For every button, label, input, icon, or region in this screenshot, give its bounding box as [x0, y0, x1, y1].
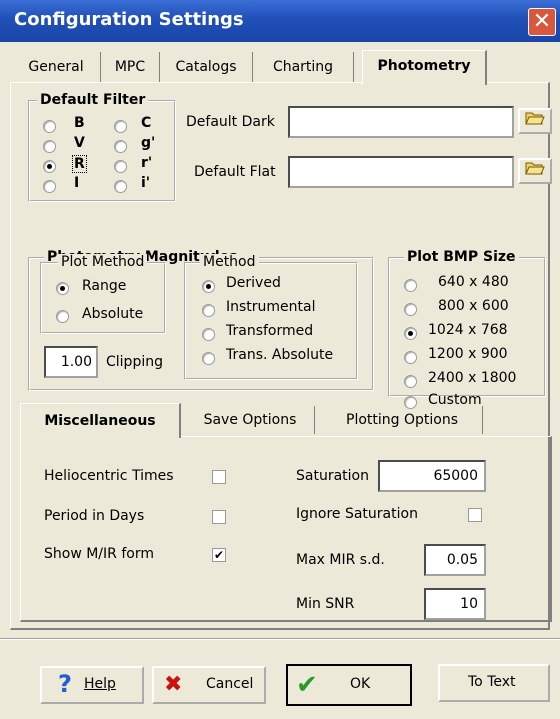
method-transformed-label: Transformed	[226, 323, 314, 339]
folder-open-icon	[525, 111, 545, 130]
period-in-days-label: Period in Days	[44, 508, 145, 524]
filter-c-radio[interactable]	[114, 120, 127, 133]
to-text-button[interactable]: To Text	[438, 664, 550, 702]
period-in-days-checkbox[interactable]	[212, 510, 226, 524]
plot-method-absolute-radio[interactable]	[56, 310, 69, 323]
filter-c-label: C	[141, 115, 152, 131]
tab-charting[interactable]: Charting	[253, 52, 354, 82]
ignore-saturation-checkbox[interactable]	[468, 508, 482, 522]
filter-v-label: V	[74, 135, 85, 151]
bmp-640-radio[interactable]	[404, 279, 417, 292]
default-flat-browse-button[interactable]	[518, 158, 552, 184]
checkmark-icon: ✔	[213, 548, 225, 562]
filter-v-radio[interactable]	[43, 140, 56, 153]
plot-method-range-radio[interactable]	[56, 282, 69, 295]
default-dark-browse-button[interactable]	[518, 108, 552, 134]
filter-g-label: g'	[141, 135, 156, 151]
show-mir-form-label: Show M/IR form	[44, 546, 154, 562]
bmp-640-label: 640 x 480	[438, 274, 509, 290]
filter-i-label: I	[74, 175, 80, 191]
filter-r-prime-label: r'	[141, 155, 153, 171]
plot-method-range-label: Range	[82, 278, 127, 294]
heliocentric-times-checkbox[interactable]	[212, 470, 226, 484]
method-derived-radio[interactable]	[202, 280, 215, 293]
ignore-saturation-label: Ignore Saturation	[296, 506, 418, 522]
method-instrumental-label: Instrumental	[226, 299, 316, 315]
tab-plotting-options[interactable]: Plotting Options	[322, 406, 483, 434]
checkmark-icon: ✔	[296, 670, 318, 700]
clipping-label: Clipping	[106, 354, 163, 370]
cancel-button-label: Cancel	[206, 676, 254, 692]
close-button[interactable]: ✕	[528, 8, 556, 36]
filter-g-radio[interactable]	[114, 140, 127, 153]
heliocentric-times-label: Heliocentric Times	[44, 468, 174, 484]
method-transformed-radio[interactable]	[202, 328, 215, 341]
bmp-1024-label: 1024 x 768	[428, 322, 508, 338]
min-snr-label: Min SNR	[296, 596, 355, 612]
method-instrumental-radio[interactable]	[202, 304, 215, 317]
tab-mpc[interactable]: MPC	[101, 52, 160, 82]
ok-button-label: OK	[350, 676, 371, 692]
filter-r-prime-radio[interactable]	[114, 160, 127, 173]
default-flat-field[interactable]	[288, 156, 514, 188]
filter-i-prime-radio[interactable]	[114, 180, 127, 193]
help-button[interactable]: ? Help	[40, 666, 144, 704]
cancel-button[interactable]: ✖ Cancel	[152, 666, 266, 704]
bmp-2400-radio[interactable]	[404, 375, 417, 388]
filter-r-label: R	[72, 155, 87, 173]
method-trans-absolute-radio[interactable]	[202, 352, 215, 365]
default-dark-label: Default Dark	[186, 114, 275, 130]
bmp-1200-label: 1200 x 900	[428, 346, 508, 362]
max-mir-sd-field[interactable]: 0.05	[424, 544, 486, 576]
close-icon: ✕	[532, 9, 552, 34]
tab-general[interactable]: General	[12, 52, 101, 82]
method-derived-label: Derived	[226, 275, 281, 291]
bmp-1024-radio[interactable]	[404, 327, 417, 340]
plot-method-group	[40, 262, 166, 334]
clipping-field[interactable]: 1.00	[44, 346, 98, 378]
filter-i-radio[interactable]	[43, 180, 56, 193]
show-mir-form-checkbox[interactable]: ✔	[212, 548, 226, 562]
min-snr-field[interactable]: 10	[424, 588, 486, 620]
help-icon: ?	[58, 670, 72, 698]
bmp-2400-label: 2400 x 1800	[428, 370, 517, 386]
tab-miscellaneous[interactable]: Miscellaneous	[20, 403, 181, 438]
help-button-label: Help	[84, 676, 116, 692]
plot-bmp-size-title: Plot BMP Size	[404, 249, 519, 265]
plot-method-title: Plot Method	[58, 254, 148, 270]
button-separator	[0, 638, 560, 640]
window-title: Configuration Settings	[14, 9, 244, 30]
filter-b-radio[interactable]	[43, 120, 56, 133]
saturation-label: Saturation	[296, 468, 369, 484]
method-trans-absolute-label: Trans. Absolute	[226, 347, 334, 363]
folder-open-icon	[525, 161, 545, 180]
cancel-icon: ✖	[164, 672, 183, 697]
bmp-800-label: 800 x 600	[438, 298, 509, 314]
plot-method-absolute-label: Absolute	[82, 306, 144, 322]
bmp-1200-radio[interactable]	[404, 351, 417, 364]
filter-b-label: B	[74, 115, 85, 131]
default-flat-label: Default Flat	[194, 164, 276, 180]
tab-photometry[interactable]: Photometry	[362, 50, 487, 85]
tab-catalogs[interactable]: Catalogs	[160, 52, 253, 82]
default-filter-title: Default Filter	[37, 92, 149, 108]
saturation-field[interactable]: 65000	[378, 460, 486, 492]
bmp-800-radio[interactable]	[404, 303, 417, 316]
title-bar: Configuration Settings ✕	[0, 0, 560, 42]
default-dark-field[interactable]	[288, 106, 514, 138]
to-text-button-label: To Text	[468, 674, 516, 690]
method-title: Method	[200, 254, 259, 270]
filter-i-prime-label: i'	[141, 175, 151, 191]
tab-save-options[interactable]: Save Options	[186, 406, 315, 434]
filter-r-radio[interactable]	[43, 160, 56, 173]
max-mir-sd-label: Max MIR s.d.	[296, 552, 385, 568]
ok-button[interactable]: ✔ OK	[286, 664, 412, 706]
